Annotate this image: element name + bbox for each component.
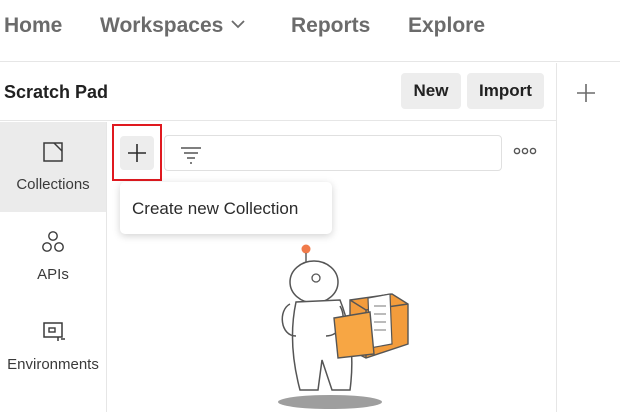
more-options-icon[interactable] <box>513 146 537 156</box>
sidebar-item-label: Environments <box>7 356 99 373</box>
sidebar-item-environments[interactable]: Environments <box>0 302 106 392</box>
nav-workspaces[interactable]: Workspaces <box>100 14 245 38</box>
environments-icon <box>0 320 106 344</box>
sidebar-item-collections[interactable]: Collections <box>0 122 106 212</box>
collections-icon <box>0 140 106 164</box>
sidebar-item-label: APIs <box>37 266 69 283</box>
search-input[interactable] <box>213 142 493 164</box>
chevron-down-icon <box>231 20 245 29</box>
sidebar-item-apis[interactable]: APIs <box>0 212 106 302</box>
apis-icon <box>0 230 106 254</box>
import-button[interactable]: Import <box>467 73 544 109</box>
search-collections-box[interactable] <box>164 135 502 171</box>
filter-icon[interactable] <box>179 142 203 166</box>
panel-divider <box>556 63 557 412</box>
tooltip: Create new Collection <box>120 182 332 234</box>
plus-icon <box>128 143 146 162</box>
workspace-header: Scratch Pad New Import <box>0 63 556 121</box>
new-button[interactable]: New <box>401 73 461 109</box>
plus-icon <box>577 84 595 102</box>
top-nav: Home Workspaces Reports Explore <box>0 0 620 62</box>
nav-home[interactable]: Home <box>4 14 62 38</box>
empty-state-illustration <box>278 244 409 409</box>
new-collection-button-inner <box>120 135 154 170</box>
sidebar-rail: Collections APIs Environments <box>0 122 107 412</box>
workspace-title: Scratch Pad <box>4 82 109 102</box>
nav-workspaces-label: Workspaces <box>100 14 224 37</box>
nav-explore[interactable]: Explore <box>408 14 485 38</box>
nav-reports[interactable]: Reports <box>291 14 370 38</box>
sidebar-item-label: Collections <box>16 176 90 193</box>
new-collection-button[interactable] <box>112 124 162 181</box>
new-tab-button[interactable] <box>572 79 600 107</box>
tooltip-text: Create new Collection <box>132 199 299 218</box>
